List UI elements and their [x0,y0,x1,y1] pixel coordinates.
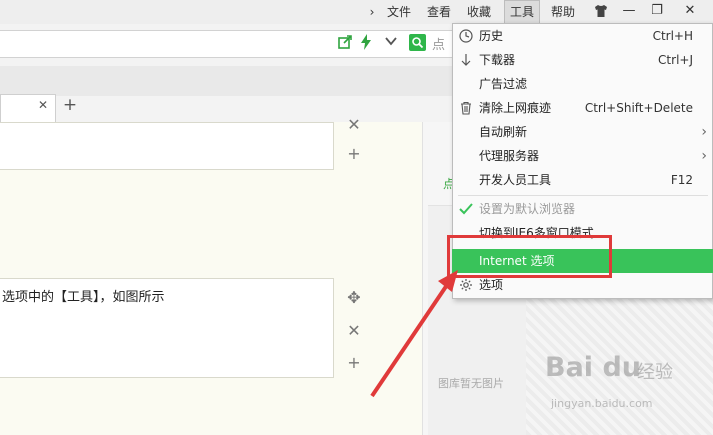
menu-item-label: 广告过滤 [479,77,528,91]
tshirt-icon [595,5,607,17]
menu-item-label: 代理服务器 [479,149,540,163]
no-image-text: 图库暂无图片 [438,377,504,390]
chevron-right-icon: › [701,124,707,140]
move-step-icon[interactable]: ✥ [344,288,364,308]
menu-item-set-default[interactable]: 设置为默认浏览器 [452,197,713,221]
add-step-icon[interactable]: + [344,144,364,164]
menu-item-shortcut: F12 [670,173,693,187]
menu-item-auto-refresh[interactable]: 自动刷新 › [452,120,713,144]
menu-overflow-chevron[interactable]: › [365,0,379,24]
watermark-url: jingyan.baidu.com [551,397,653,410]
menu-item-dev-tools[interactable]: 开发人员工具 F12 [452,168,713,192]
step-editor-box[interactable] [0,122,334,170]
menu-item-downloader[interactable]: 下载器 Ctrl+J [452,48,713,72]
menu-item-label: 清除上网痕迹 [479,101,552,115]
share-icon[interactable] [336,34,354,52]
menu-item-shortcut: Ctrl+H [652,29,693,43]
menu-help[interactable]: 帮助 [547,0,579,24]
maximize-button[interactable]: ❐ [643,0,671,22]
chevron-down-icon[interactable] [382,34,400,52]
menu-item-label: 历史 [479,29,504,43]
lightning-icon[interactable] [357,34,375,52]
close-window-button[interactable]: ✕ [676,0,704,22]
tab-close-icon[interactable]: ✕ [36,98,50,112]
baidu-watermark: Bai du 经验 jingyan.baidu.com [545,352,713,422]
annotation-highlight-box [447,235,612,278]
menu-view[interactable]: 查看 [424,0,454,24]
menu-file[interactable]: 文件 [384,0,414,24]
menu-separator [458,195,708,196]
menu-tools[interactable]: 工具 [504,0,540,24]
menu-item-shortcut: Ctrl+Shift+Delete [584,101,693,115]
menu-item-label: 自动刷新 [479,125,528,139]
search-hint[interactable]: 点 [432,34,445,53]
skin-button[interactable] [587,0,615,22]
menu-item-label: 开发人员工具 [479,173,552,187]
delete-step-icon[interactable]: ✕ [344,321,364,341]
add-step-icon[interactable]: + [344,353,364,373]
baidu-logo: Bai du [545,352,642,383]
menu-item-shortcut: Ctrl+J [658,53,693,67]
watermark-brand: 经验 [637,362,673,383]
search-engine-icon[interactable] [409,34,426,51]
delete-step-icon[interactable]: ✕ [344,115,364,135]
menu-item-clear-history[interactable]: 清除上网痕迹 Ctrl+Shift+Delete [452,96,713,120]
menu-item-history[interactable]: 历史 Ctrl+H [452,24,713,48]
new-tab-button[interactable]: + [62,96,78,114]
menu-favorites[interactable]: 收藏 [464,0,494,24]
menu-item-ad-filter[interactable]: 广告过滤 [452,72,713,96]
chevron-right-icon: › [701,148,707,164]
minimize-button[interactable]: — [615,0,643,22]
menu-item-label: 设置为默认浏览器 [479,202,576,216]
step-text[interactable]: 选项中的【工具】，如图所示 [2,286,165,305]
menu-item-proxy[interactable]: 代理服务器 › [452,144,713,168]
menu-item-label: 下载器 [479,53,516,67]
